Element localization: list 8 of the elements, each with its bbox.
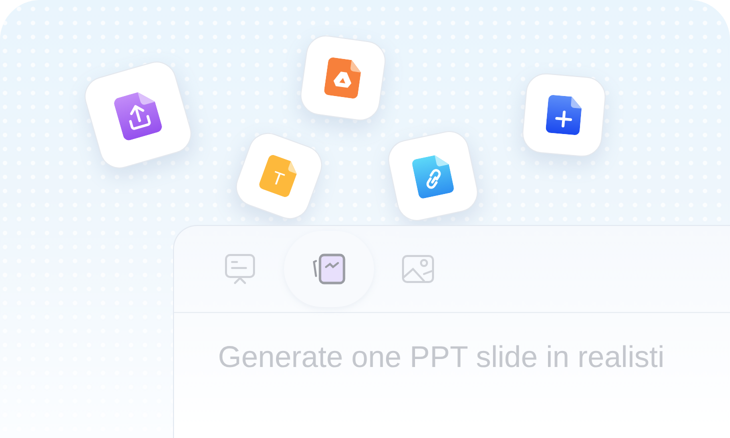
file-card[interactable]	[520, 72, 608, 158]
add-file-icon	[545, 94, 583, 136]
presentation-icon	[224, 253, 256, 285]
image-icon	[402, 255, 434, 283]
drive-file-icon	[324, 56, 362, 100]
image-generate-icon	[312, 253, 346, 285]
prompt-input-field[interactable]: Generate one PPT slide in realisti	[218, 341, 730, 375]
link-file-icon	[411, 152, 455, 200]
